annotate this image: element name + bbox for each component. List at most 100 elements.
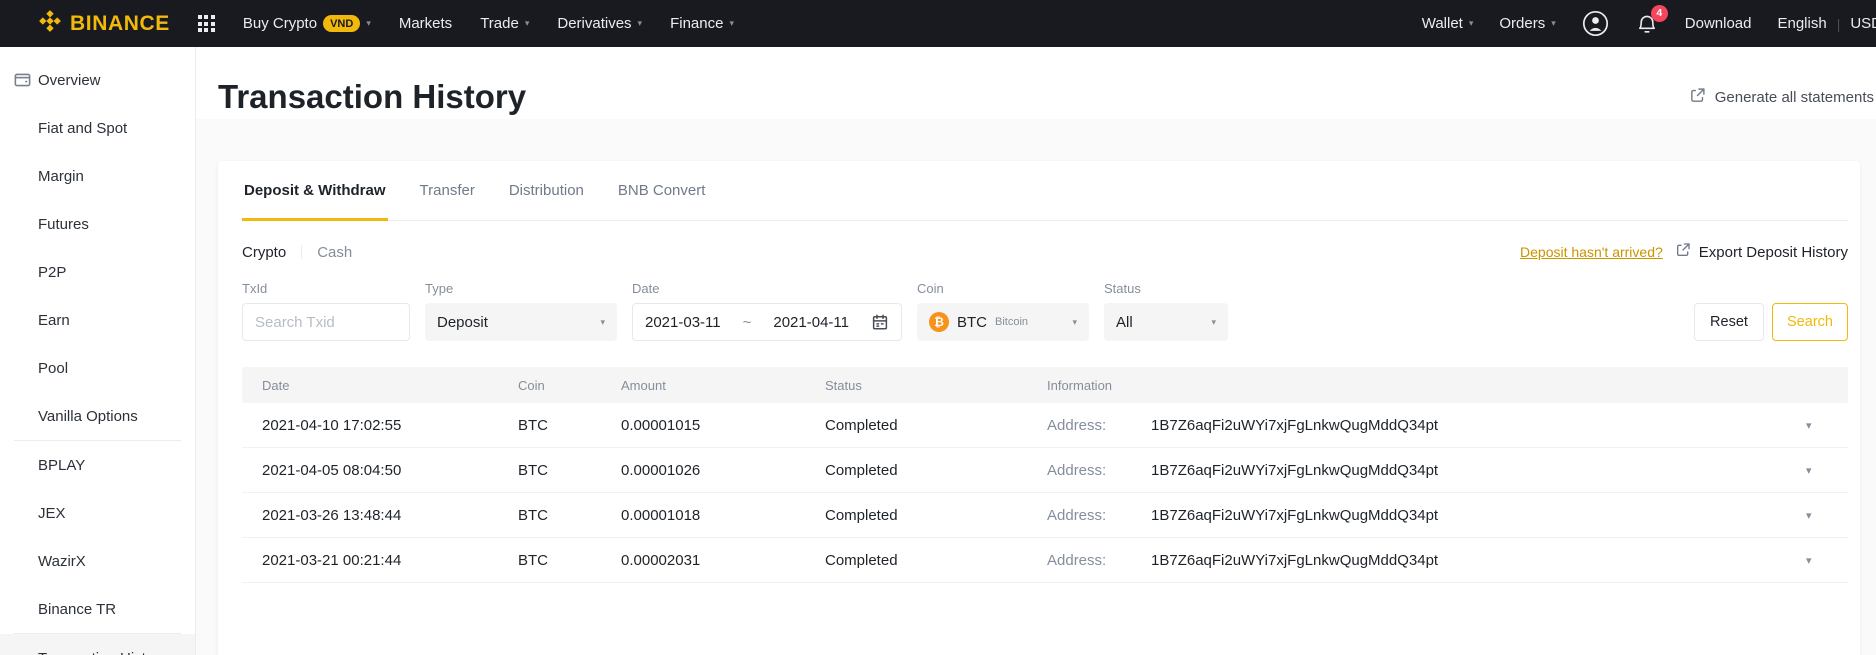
sidebar-item-fiat-and-spot[interactable]: Fiat and Spot [0,104,195,152]
status-select[interactable]: All ▾ [1104,303,1228,341]
caret-down-icon: ▾ [729,18,734,28]
type-select[interactable]: Deposit ▾ [425,303,617,341]
cell-amount: 0.00001026 [621,461,701,479]
buy-crypto-label: Buy Crypto [242,15,318,32]
currency-selector[interactable]: USD [1850,15,1876,32]
table-row: 2021-04-10 17:02:55 BTC 0.00001015 Compl… [242,403,1848,448]
sidebar-item-bplay[interactable]: BPLAY [0,441,195,489]
cell-amount: 0.00001018 [621,506,701,524]
sidebar-item-futures[interactable]: Futures [0,200,195,248]
nav-download[interactable]: Download [1685,15,1752,32]
wallet-sidebar: Overview Fiat and Spot Margin Futures P2… [0,47,196,655]
language-selector[interactable]: English [1777,15,1826,32]
cell-amount: 0.00001015 [621,416,701,434]
sidebar-item-vanilla-options[interactable]: Vanilla Options [0,392,195,440]
cell-status: Completed [825,416,898,434]
txid-search-input[interactable] [242,303,410,341]
btc-coin-icon: ₿ [929,312,949,332]
nav-derivatives[interactable]: Derivatives ▾ [557,15,642,32]
page-title: Transaction History [218,78,527,115]
deposit-history-table: Date Coin Amount Status Information 2021… [242,367,1848,583]
nav-orders[interactable]: Orders ▾ [1499,15,1555,32]
date-label: Date [632,281,660,296]
chevron-down-icon[interactable]: ▾ [1804,554,1848,567]
status-label: Status [1104,281,1141,296]
caret-down-icon: ▾ [1072,316,1077,327]
cell-status: Completed [825,461,898,479]
cell-address: 1B7Z6aqFi2uWYi7xjFgLnkwQugMddQ34pt [1151,551,1439,569]
generate-statements-link[interactable]: Generate all statements [1689,87,1876,108]
coin-select[interactable]: ₿ BTC Bitcoin ▾ [917,303,1089,341]
notification-badge: 4 [1650,4,1668,22]
brand-name: BINANCE [70,11,170,35]
cell-status: Completed [825,551,898,569]
nav-trade[interactable]: Trade ▾ [480,15,529,32]
divider [301,245,303,259]
subtab-crypto[interactable]: Crypto [242,244,286,261]
reset-button[interactable]: Reset [1694,303,1764,341]
caret-down-icon: ▾ [637,18,643,28]
tab-bnb-convert[interactable]: BNB Convert [616,161,708,221]
external-link-icon [1675,242,1691,262]
filter-bar: TxId Type Deposit ▾ Date [242,281,1848,341]
table-header: Date Coin Amount Status Information [242,367,1848,403]
subtab-cash[interactable]: Cash [317,244,352,261]
nav-buy-crypto[interactable]: Buy Crypto VND ▾ [243,15,371,32]
export-deposit-history-link[interactable]: Export Deposit History [1675,242,1848,262]
nav-markets[interactable]: Markets [399,15,452,32]
sidebar-item-earn[interactable]: Earn [0,296,195,344]
binance-logo[interactable]: BINANCE [38,9,170,38]
sidebar-item-pool[interactable]: Pool [0,344,195,392]
search-button[interactable]: Search [1772,303,1848,341]
binance-app: BINANCE Buy Crypto VND ▾ Markets Trade ▾… [0,0,1876,655]
cell-coin: BTC [518,416,548,434]
sidebar-item-binance-tr[interactable]: Binance TR [0,585,195,633]
caret-down-icon: ▾ [1468,18,1474,28]
caret-down-icon: ▾ [1211,316,1216,327]
transaction-history-card: Deposit & Withdraw Transfer Distribution… [218,161,1860,655]
tab-distribution[interactable]: Distribution [507,161,586,221]
chevron-down-icon[interactable]: ▾ [1804,509,1848,522]
txid-label: TxId [242,281,268,296]
wallet-icon [13,71,32,90]
nav-wallet[interactable]: Wallet ▾ [1422,15,1474,32]
binance-logo-icon [38,9,62,38]
user-profile-icon[interactable] [1582,10,1609,37]
date-start: 2021-03-11 [645,313,721,331]
table-row: 2021-03-26 13:48:44 BTC 0.00001018 Compl… [242,493,1848,538]
cell-date: 2021-04-10 17:02:55 [262,416,402,434]
chevron-down-icon[interactable]: ▾ [1804,464,1848,477]
caret-down-icon: ▾ [524,18,530,28]
date-range-picker[interactable]: 2021-03-11 ~ 2021-04-11 [632,303,902,341]
sidebar-item-jex[interactable]: JEX [0,489,195,537]
sidebar-item-margin[interactable]: Margin [0,152,195,200]
date-end: 2021-04-11 [773,313,849,331]
deposit-hasnt-arrived-link[interactable]: Deposit hasn't arrived? [1520,244,1663,260]
sidebar-item-p2p[interactable]: P2P [0,248,195,296]
nav-finance[interactable]: Finance ▾ [670,15,734,32]
cell-address: 1B7Z6aqFi2uWYi7xjFgLnkwQugMddQ34pt [1151,506,1439,524]
calendar-icon [871,313,889,331]
type-label: Type [425,281,454,296]
chevron-down-icon[interactable]: ▾ [1804,419,1848,432]
external-link-icon [1689,87,1706,108]
table-row: 2021-03-21 00:21:44 BTC 0.00002031 Compl… [242,538,1848,583]
cell-amount: 0.00002031 [621,551,701,569]
top-nav: BINANCE Buy Crypto VND ▾ Markets Trade ▾… [0,0,1876,47]
cell-date: 2021-03-21 00:21:44 [262,551,402,569]
caret-down-icon: ▾ [366,18,371,28]
tab-bar: Deposit & Withdraw Transfer Distribution… [242,161,1848,221]
sidebar-item-transaction-history[interactable]: Transaction History [0,634,195,655]
vnd-badge: VND [323,15,361,32]
cell-address: 1B7Z6aqFi2uWYi7xjFgLnkwQugMddQ34pt [1151,416,1439,434]
tab-deposit-withdraw[interactable]: Deposit & Withdraw [242,161,388,221]
table-row: 2021-04-05 08:04:50 BTC 0.00001026 Compl… [242,448,1848,493]
cell-date: 2021-04-05 08:04:50 [262,461,402,479]
cell-coin: BTC [518,506,548,524]
sidebar-item-overview[interactable]: Overview [0,56,195,104]
bell-icon[interactable]: 4 [1635,4,1668,36]
apps-grid-icon[interactable] [197,15,215,32]
tab-transfer[interactable]: Transfer [418,161,477,221]
cell-coin: BTC [518,461,548,479]
sidebar-item-wazirx[interactable]: WazirX [0,537,195,585]
